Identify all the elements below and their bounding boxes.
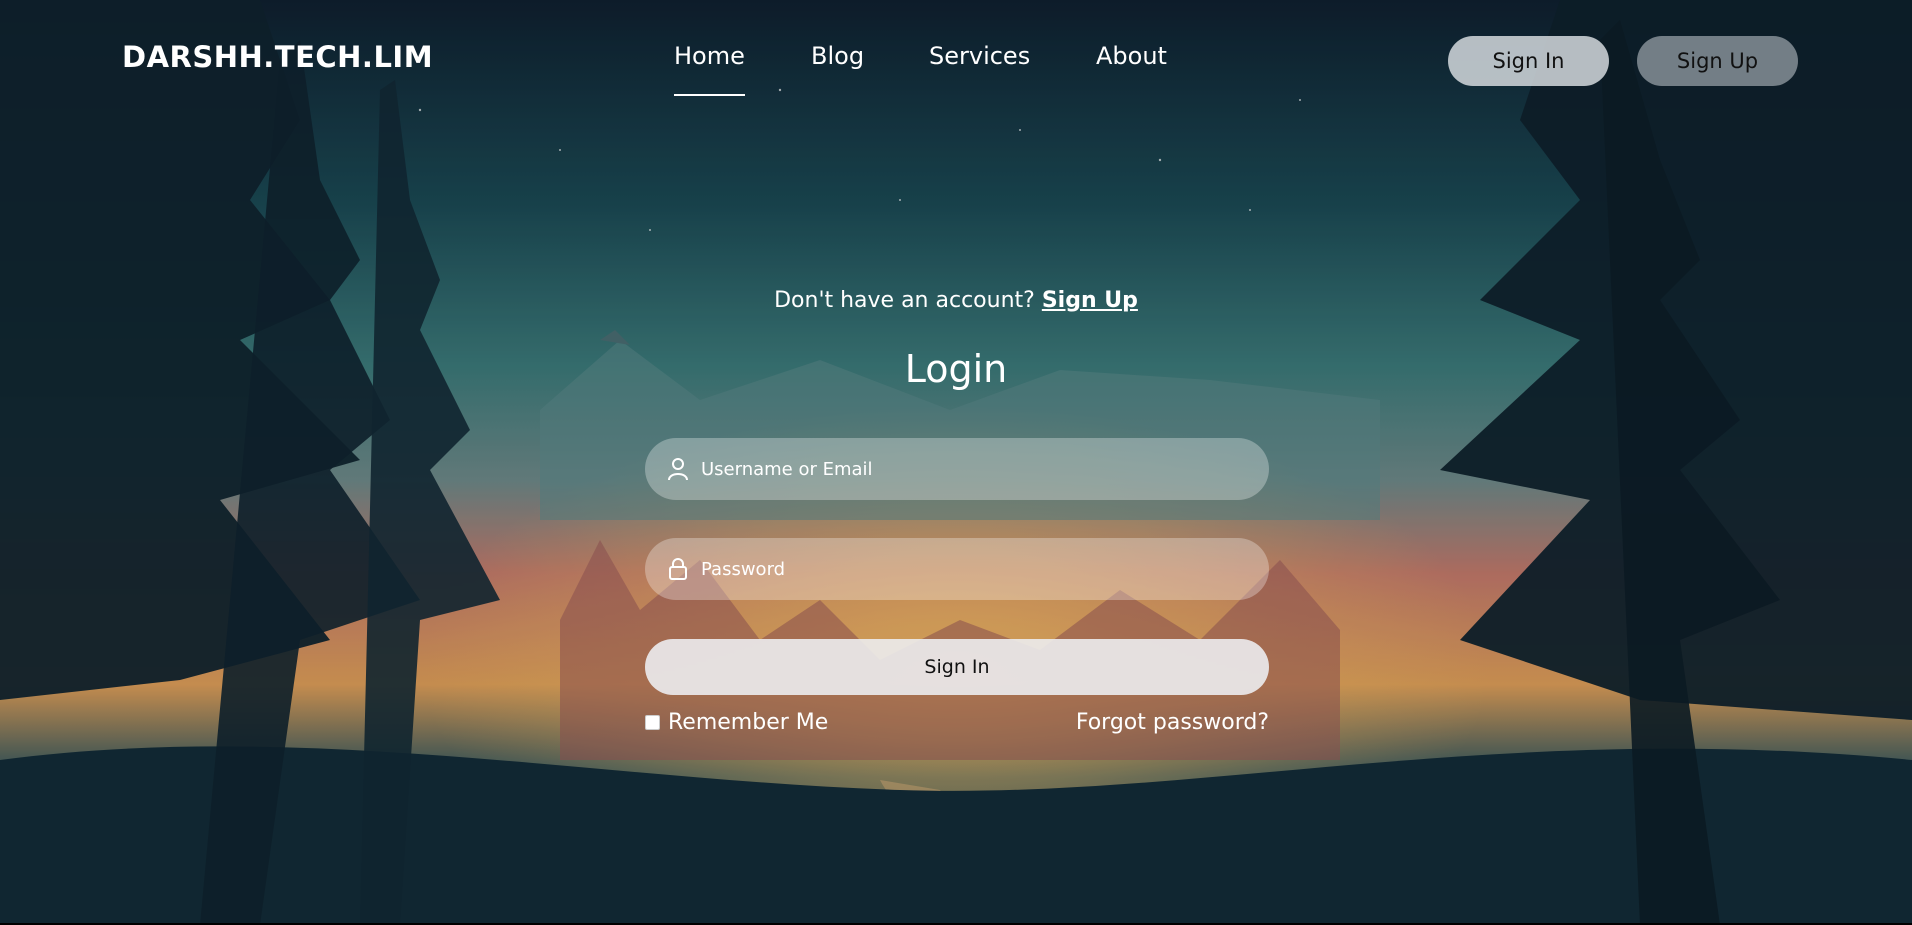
remember-me-label: Remember Me bbox=[668, 710, 829, 735]
account-prompt: Don't have an account? Sign Up bbox=[0, 288, 1912, 313]
remember-me: Remember Me bbox=[645, 710, 828, 735]
account-prompt-text: Don't have an account? bbox=[774, 288, 1035, 313]
user-icon bbox=[667, 456, 689, 482]
lock-icon bbox=[667, 556, 689, 582]
brand-logo[interactable]: DARSHH.TECH.LIM bbox=[122, 40, 433, 74]
nav-item-blog[interactable]: Blog bbox=[811, 42, 864, 70]
remember-me-checkbox[interactable] bbox=[645, 715, 660, 730]
sign-in-submit-button[interactable]: Sign In bbox=[645, 639, 1269, 695]
password-input[interactable] bbox=[699, 557, 1243, 581]
username-input[interactable] bbox=[699, 457, 1243, 481]
nav-item-home[interactable]: Home bbox=[674, 42, 745, 96]
login-title: Login bbox=[904, 347, 1008, 391]
header-sign-in-button[interactable]: Sign In bbox=[1448, 36, 1609, 86]
sign-up-link[interactable]: Sign Up bbox=[1042, 288, 1138, 313]
username-field[interactable] bbox=[645, 438, 1269, 500]
password-field[interactable] bbox=[645, 538, 1269, 600]
forgot-password-link[interactable]: Forgot password? bbox=[1076, 710, 1269, 735]
header-sign-up-button[interactable]: Sign Up bbox=[1637, 36, 1798, 86]
nav-item-services[interactable]: Services bbox=[929, 42, 1030, 70]
nav-item-about[interactable]: About bbox=[1096, 42, 1167, 70]
